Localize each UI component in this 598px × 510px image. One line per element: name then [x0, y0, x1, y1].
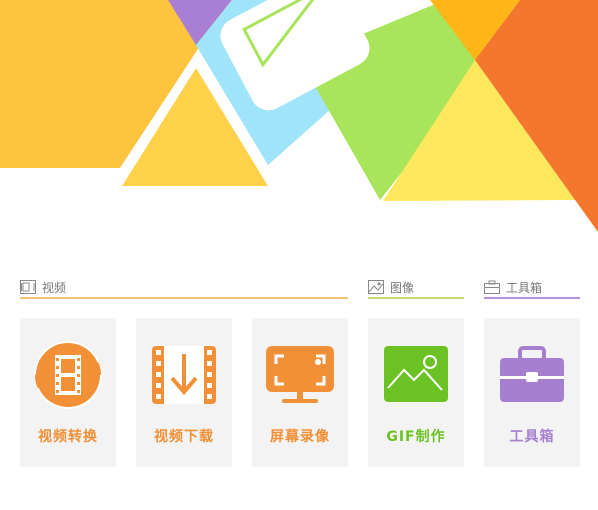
image-icon: [368, 280, 384, 294]
tool-label: 工具箱: [509, 429, 555, 445]
video-download-icon: [146, 340, 222, 410]
tool-label: GIF制作: [386, 429, 446, 445]
tool-label: 视频转换: [38, 429, 98, 445]
screen-record-icon: [262, 340, 338, 410]
gif-maker-icon: [378, 340, 454, 410]
tool-video-download[interactable]: 视频下载: [136, 318, 232, 467]
tool-gif-maker[interactable]: GIF制作: [368, 318, 464, 467]
tool-label: 视频下载: [154, 429, 214, 445]
tool-screen-record[interactable]: 屏幕录像: [252, 318, 348, 467]
section-title-image: 图像: [390, 280, 415, 295]
section-header-toolbox: 工具箱: [484, 276, 542, 298]
section-divider-video: [20, 297, 348, 299]
tool-toolbox[interactable]: 工具箱: [484, 318, 580, 467]
section-header-video: 视频: [20, 276, 66, 298]
toolbox-icon: [484, 280, 500, 294]
section-title-video: 视频: [42, 280, 67, 295]
film-icon: [20, 280, 36, 294]
section-header-image: 图像: [368, 276, 414, 298]
tool-video-convert[interactable]: 视频转换: [20, 318, 116, 467]
section-divider-toolbox: [484, 297, 580, 299]
banner-illustration: [0, 0, 598, 232]
toolbox-icon: [494, 340, 570, 410]
tool-label: 屏幕录像: [270, 429, 330, 445]
section-divider-image: [368, 297, 464, 299]
video-convert-icon: [30, 340, 106, 410]
section-title-toolbox: 工具箱: [506, 280, 543, 295]
